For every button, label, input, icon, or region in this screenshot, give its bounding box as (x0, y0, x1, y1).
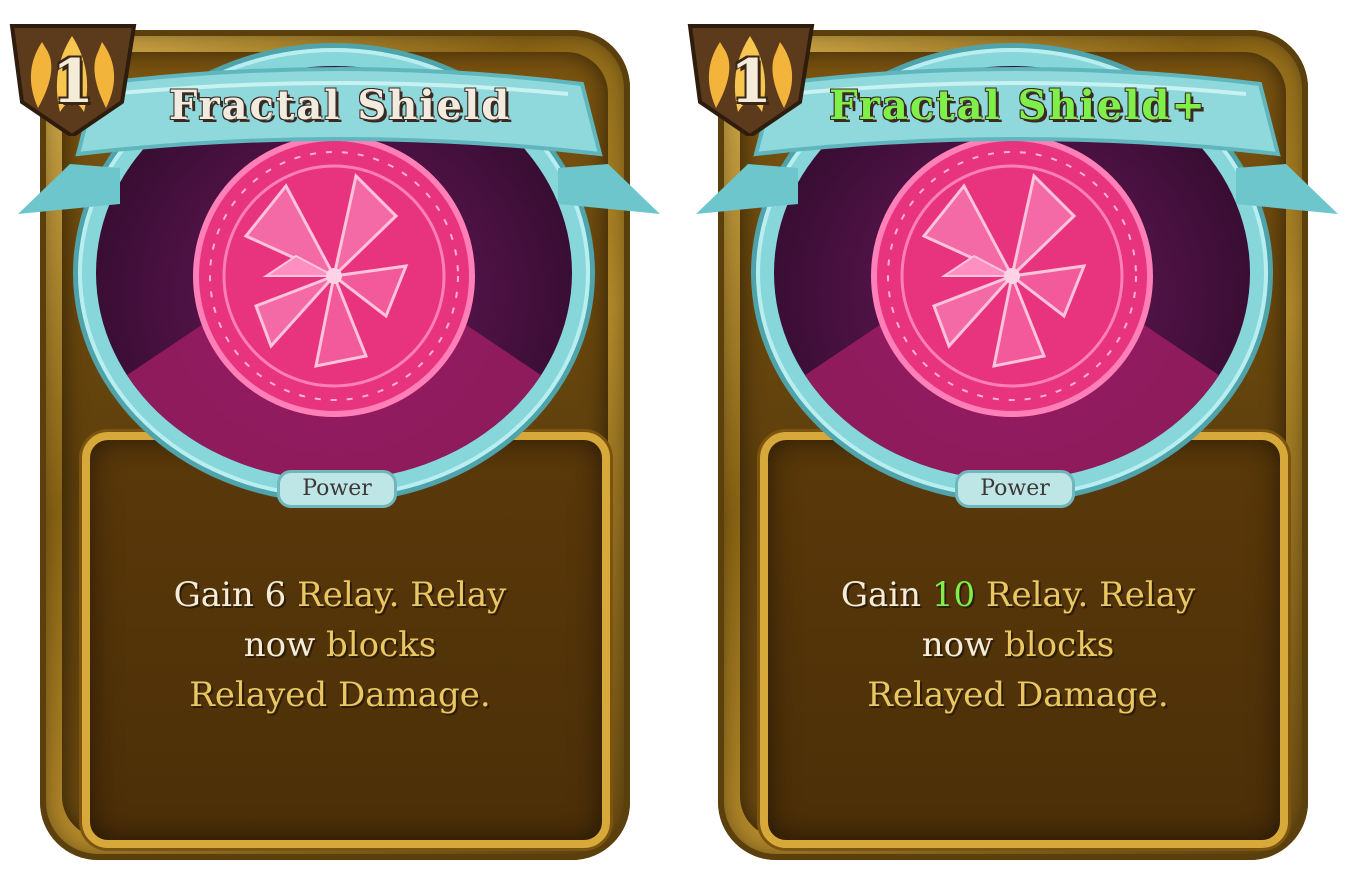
desc-amount: 10 (931, 575, 976, 615)
card-title: Fractal Shield+ (829, 82, 1207, 129)
keyword-relay: Relay. (297, 575, 400, 615)
card-title: Fractal Shield (168, 82, 512, 129)
desc-amount: 6 (264, 575, 287, 615)
keyword-relay: Relay. (985, 575, 1089, 615)
keyword-relay-2: Relay (1099, 575, 1196, 615)
keyword-blocks: blocks (1004, 625, 1115, 665)
card-type-tag: Power (955, 470, 1075, 508)
desc-now: now (243, 625, 316, 665)
energy-cost: 1 (680, 12, 820, 136)
energy-value: 1 (730, 47, 772, 117)
desc-gain: Gain (173, 575, 254, 615)
desc-now: now (921, 625, 994, 665)
keyword-relay-2: Relay (410, 575, 507, 615)
desc-gain: Gain (840, 575, 922, 615)
keyword-blocks: blocks (326, 625, 437, 665)
keyword-relayed-damage: Relayed Damage. (867, 675, 1169, 715)
keyword-relayed-damage: Relayed Damage. (189, 675, 491, 715)
energy-cost: 1 (2, 12, 142, 136)
card-fractal-shield[interactable]: Fractal Shield 1 Power Gain 6 Relay. Rel… (0, 0, 678, 874)
card-type-tag: Power (277, 470, 397, 508)
card-description: Gain 6 Relay. Relay now blocks Relayed D… (120, 570, 560, 720)
card-description: Gain 10 Relay. Relay now blocks Relayed … (798, 570, 1238, 720)
energy-value: 1 (52, 47, 94, 117)
card-fractal-shield-plus[interactable]: Fractal Shield+ 1 Power Gain 10 Relay. R… (678, 0, 1356, 874)
